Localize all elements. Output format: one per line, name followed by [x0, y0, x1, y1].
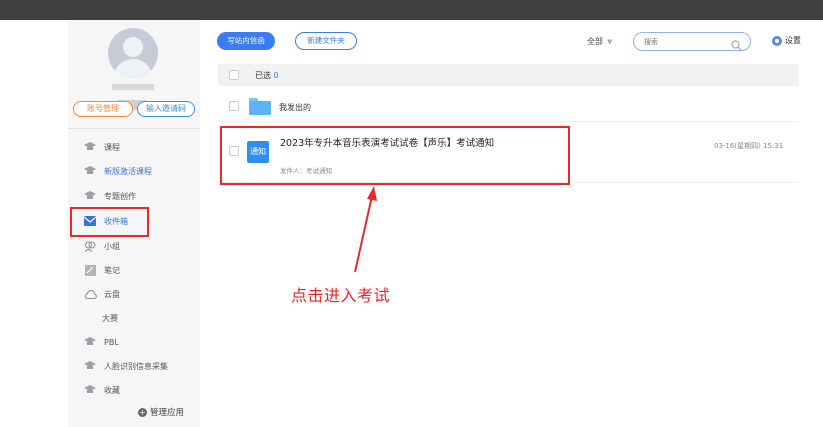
annotation-text: 点击进入考试 — [291, 286, 391, 305]
annotation-arrow — [354, 186, 377, 273]
